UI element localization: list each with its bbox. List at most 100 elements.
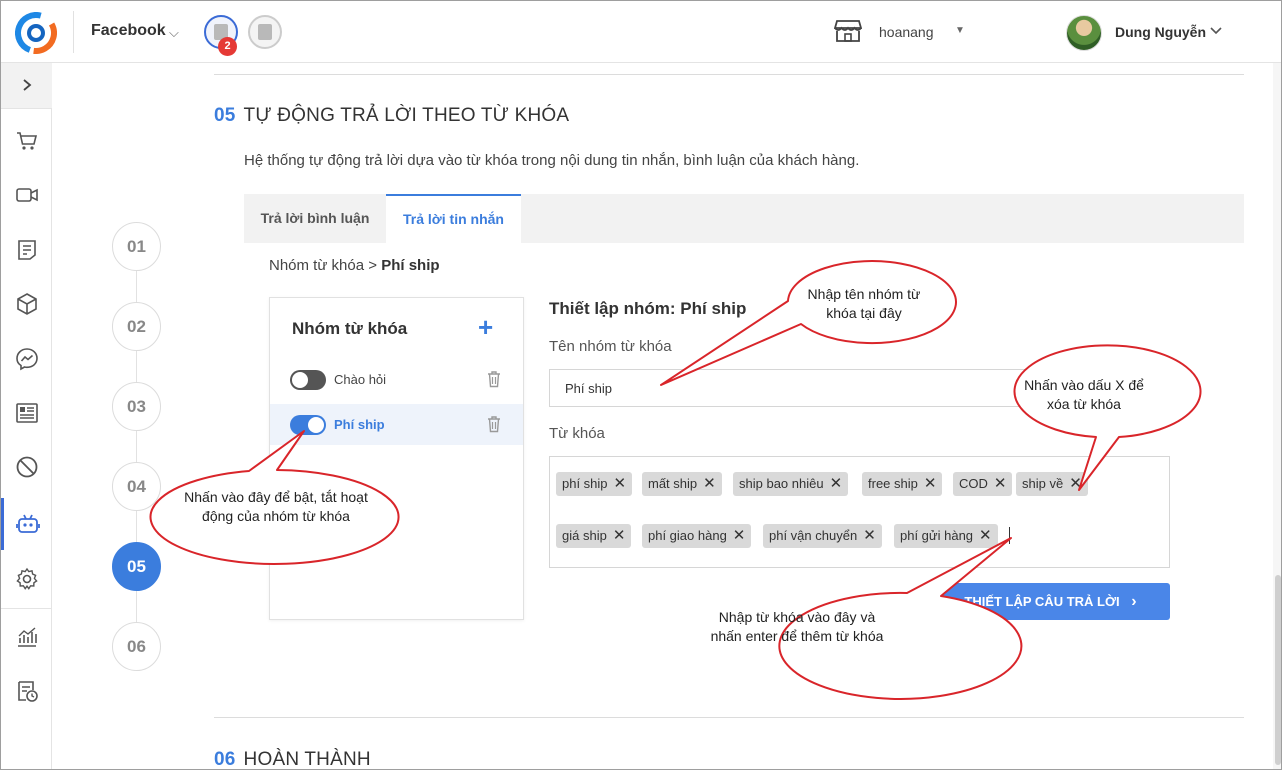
close-icon[interactable]: ✕ xyxy=(924,475,937,492)
callout-bubble-group-name xyxy=(660,260,957,386)
close-icon[interactable]: ✕ xyxy=(994,475,1007,492)
breadcrumb-parent[interactable]: Nhóm từ khóa xyxy=(269,257,364,274)
keyword-chip: phí ship ✕ xyxy=(556,472,633,496)
step-06[interactable]: 06 xyxy=(112,622,161,671)
trash-icon[interactable] xyxy=(486,370,502,388)
section-number: 05 xyxy=(214,105,236,126)
group-label[interactable]: Phí ship xyxy=(334,417,385,432)
setup-reply-button[interactable]: THIẾT LẬP CÂU TRẢ LỜI › xyxy=(931,583,1170,620)
stats-icon xyxy=(17,627,37,647)
keyword-chip: giá ship ✕ xyxy=(556,524,632,548)
section-title-text: TỰ ĐỘNG TRẢ LỜI THEO TỪ KHÓA xyxy=(243,105,570,126)
store-name[interactable]: hoanang xyxy=(879,24,934,40)
callout-add-keyword: Nhập từ khóa vào đây và nhấn enter để th… xyxy=(710,609,884,644)
keyword-chip: phí giao hàng ✕ xyxy=(642,524,752,548)
reply-tabs: Trả lời bình luận Trả lời tin nhắn xyxy=(244,194,1244,243)
keyword-group-panel: Nhóm từ khóa + Chào hỏi Phí ship xyxy=(269,297,524,620)
breadcrumb-separator: > xyxy=(368,257,378,274)
customer-card-icon xyxy=(15,403,38,423)
keyword-text: giá ship xyxy=(562,528,607,543)
channel-selector[interactable]: Facebook xyxy=(91,22,166,40)
section-title: 05 TỰ ĐỘNG TRẢ LỜI THEO TỪ KHÓA xyxy=(214,105,569,127)
store-icon xyxy=(834,20,862,42)
gear-icon xyxy=(15,567,38,590)
group-item-selected[interactable]: Phí ship xyxy=(270,404,523,445)
keyword-text: ship bao nhiêu xyxy=(739,476,824,491)
sidebar-item-settings[interactable] xyxy=(1,553,52,605)
keyword-chip: phí gửi hàng ✕ xyxy=(894,524,998,548)
bot-icon xyxy=(16,514,40,533)
section-divider xyxy=(214,717,1244,718)
group-item[interactable]: Chào hỏi xyxy=(270,359,523,400)
close-icon[interactable]: ✕ xyxy=(979,527,992,544)
close-icon[interactable]: ✕ xyxy=(1069,475,1082,492)
sidebar-item-stats[interactable] xyxy=(1,611,52,663)
sidebar-expand-button[interactable] xyxy=(1,63,52,109)
sidebar-item-bot[interactable] xyxy=(1,498,52,550)
sidebar xyxy=(1,63,52,769)
header-divider xyxy=(73,11,74,53)
close-icon[interactable]: ✕ xyxy=(830,475,843,492)
order-list-icon xyxy=(17,240,36,260)
keyword-chip: ship bao nhiêu ✕ xyxy=(733,472,849,496)
step-05[interactable]: 05 xyxy=(112,542,161,591)
close-icon[interactable]: ✕ xyxy=(613,527,626,544)
step-02[interactable]: 02 xyxy=(112,302,161,351)
sidebar-item-orders[interactable] xyxy=(1,224,52,276)
caret-down-icon[interactable]: ▼ xyxy=(955,25,965,36)
sidebar-item-customers[interactable] xyxy=(1,387,52,439)
close-icon[interactable]: ✕ xyxy=(863,527,876,544)
sidebar-item-messenger[interactable] xyxy=(1,333,52,385)
group-name-label: Tên nhóm từ khóa xyxy=(549,338,672,355)
sidebar-item-reports[interactable] xyxy=(1,665,52,717)
keyword-text: free ship xyxy=(868,476,918,491)
chevron-down-icon[interactable] xyxy=(1209,23,1223,37)
section-title-text: HOÀN THÀNH xyxy=(243,749,371,770)
tab-reply-comments[interactable]: Trả lời bình luận xyxy=(244,194,386,243)
video-icon xyxy=(15,188,38,202)
page-scrollbar[interactable] xyxy=(1273,63,1281,769)
group-label[interactable]: Chào hỏi xyxy=(334,372,386,387)
group-toggle[interactable] xyxy=(290,370,326,390)
sidebar-item-block[interactable] xyxy=(1,441,52,493)
keywords-label: Từ khóa xyxy=(549,425,605,442)
keyword-text: phí gửi hàng xyxy=(900,528,974,543)
keyword-text: COD xyxy=(959,476,988,491)
top-bar: Facebook ⌵ 2 hoanang ▼ Dung Nguyễn xyxy=(1,1,1281,63)
trash-icon[interactable] xyxy=(486,415,502,433)
chevron-down-icon[interactable]: ⌵ xyxy=(169,25,179,41)
breadcrumb-current: Phí ship xyxy=(381,257,440,274)
step-03[interactable]: 03 xyxy=(112,382,161,431)
scrollbar-thumb[interactable] xyxy=(1275,575,1281,765)
keyword-text: phí ship xyxy=(562,476,608,491)
keyword-text: phí giao hàng xyxy=(648,528,727,543)
keyword-chip: mất ship ✕ xyxy=(642,472,722,496)
group-toggle[interactable] xyxy=(290,415,326,435)
close-icon[interactable]: ✕ xyxy=(733,527,746,544)
group-panel-title: Nhóm từ khóa xyxy=(292,319,408,338)
keyword-chip: phí vận chuyển ✕ xyxy=(763,524,882,548)
step-01[interactable]: 01 xyxy=(112,222,161,271)
setup-reply-label: THIẾT LẬP CÂU TRẢ LỜI xyxy=(964,594,1120,609)
add-group-button[interactable]: + xyxy=(478,312,493,342)
sidebar-item-video[interactable] xyxy=(1,169,52,221)
sidebar-item-cart[interactable] xyxy=(1,115,52,167)
section-description: Hệ thống tự động trả lời dựa vào từ khóa… xyxy=(244,152,860,169)
shop-bag-icon-2[interactable] xyxy=(248,15,282,49)
close-icon[interactable]: ✕ xyxy=(614,475,627,492)
tab-reply-messages[interactable]: Trả lời tin nhắn xyxy=(386,194,521,243)
step-04[interactable]: 04 xyxy=(112,462,161,511)
app-logo-icon[interactable] xyxy=(15,12,57,54)
keywords-input[interactable]: phí ship ✕ mất ship ✕ ship bao nhiêu ✕ free… xyxy=(549,456,1170,568)
close-icon[interactable]: ✕ xyxy=(703,475,716,492)
section-title: 06 HOÀN THÀNH xyxy=(214,749,371,770)
notification-badge: 2 xyxy=(218,37,237,56)
keyword-chip: free ship ✕ xyxy=(862,472,943,496)
user-name[interactable]: Dung Nguyễn xyxy=(1115,24,1206,40)
avatar[interactable] xyxy=(1066,15,1102,51)
block-icon xyxy=(16,456,37,478)
keyword-text: mất ship xyxy=(648,476,698,491)
callout-toggle-group: Nhấn vào đây để bật, tắt hoạt động của n… xyxy=(184,489,368,524)
keyword-text: ship về xyxy=(1022,476,1064,491)
sidebar-item-products[interactable] xyxy=(1,278,52,330)
